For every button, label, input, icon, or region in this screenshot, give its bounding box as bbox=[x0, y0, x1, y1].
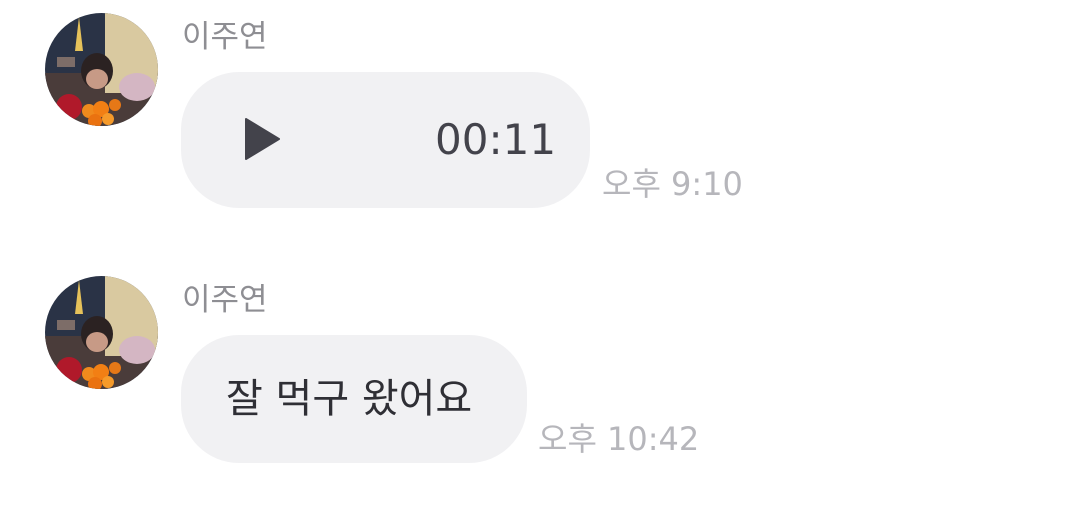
message-timestamp: 오후 10:42 bbox=[538, 420, 700, 458]
sender-avatar[interactable] bbox=[45, 13, 158, 126]
message-text: 잘 먹구 왔어요 bbox=[226, 376, 473, 422]
sender-name: 이주연 bbox=[182, 19, 268, 55]
voice-message-bubble[interactable]: 00:11 bbox=[181, 72, 590, 208]
profile-photo-icon bbox=[45, 13, 158, 126]
text-message-bubble[interactable]: 잘 먹구 왔어요 bbox=[181, 335, 527, 463]
message-timestamp: 오후 9:10 bbox=[602, 165, 743, 203]
sender-avatar[interactable] bbox=[45, 276, 158, 389]
voice-duration: 00:11 bbox=[435, 115, 557, 164]
play-icon[interactable] bbox=[244, 118, 280, 160]
sender-name: 이주연 bbox=[182, 282, 268, 318]
profile-photo-icon bbox=[45, 276, 158, 389]
